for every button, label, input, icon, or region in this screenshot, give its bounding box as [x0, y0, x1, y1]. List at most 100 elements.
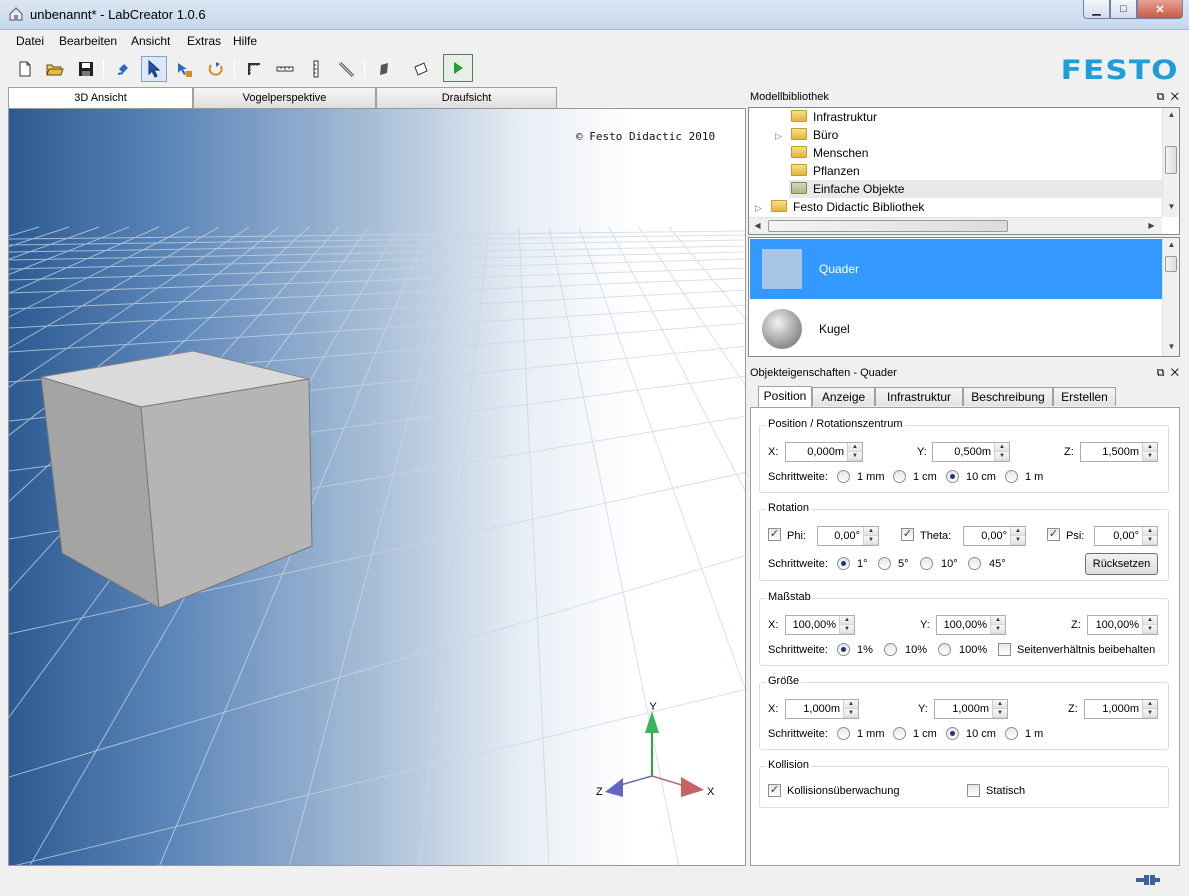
position-x-input[interactable]: 0,000m ▲ ▼: [785, 442, 863, 462]
size-step-1cm-radio[interactable]: [893, 727, 906, 740]
rotation-step-1deg-radio[interactable]: [837, 557, 850, 570]
position-z-input[interactable]: 1,500m ▲ ▼: [1080, 442, 1158, 462]
open-folder-icon[interactable]: [42, 56, 68, 82]
scale-step-100pct-radio[interactable]: [938, 643, 951, 656]
scroll-left-icon[interactable]: ◀: [749, 221, 766, 230]
rotate-tool-icon[interactable]: [203, 56, 229, 82]
floor-tool-icon[interactable]: [408, 56, 434, 82]
tree-horizontal-scrollbar[interactable]: ◀ ▶: [749, 217, 1162, 234]
list-item-kugel[interactable]: Kugel: [750, 299, 1162, 356]
tree-item-infrastruktur[interactable]: Infrastruktur: [791, 108, 877, 126]
scroll-thumb[interactable]: [768, 220, 1008, 232]
tab-infrastruktur[interactable]: Infrastruktur: [875, 387, 963, 406]
tab-vogelperspektive[interactable]: Vogelperspektive: [193, 87, 376, 108]
object-list[interactable]: Quader Kugel ▲ ▼: [748, 237, 1180, 357]
size-step-1m-radio[interactable]: [1005, 727, 1018, 740]
scale-step-10pct-radio[interactable]: [884, 643, 897, 656]
new-file-icon[interactable]: [12, 56, 38, 82]
scale-y-input[interactable]: 100,00% ▲ ▼: [936, 615, 1006, 635]
rotation-step-10deg-radio[interactable]: [920, 557, 933, 570]
save-icon[interactable]: [73, 56, 99, 82]
objlist-scrollbar[interactable]: ▲ ▼: [1162, 238, 1179, 356]
theta-input[interactable]: 0,00° ▲ ▼: [963, 526, 1026, 546]
theta-checkbox[interactable]: ✓: [901, 528, 914, 541]
menu-extras[interactable]: Extras: [187, 34, 221, 48]
tree-item-menschen[interactable]: Menschen: [791, 144, 868, 162]
scale-step-label: Schrittweite:: [768, 644, 828, 656]
tab-position[interactable]: Position: [758, 386, 812, 407]
position-y-input[interactable]: 0,500m ▲ ▼: [932, 442, 1010, 462]
scroll-up-icon[interactable]: ▲: [1163, 240, 1179, 249]
tab-3d-ansicht[interactable]: 3D Ansicht: [8, 87, 193, 109]
static-checkbox[interactable]: [967, 784, 980, 797]
tab-erstellen[interactable]: Erstellen: [1053, 387, 1116, 406]
float-icon[interactable]: ⧉: [1157, 91, 1165, 103]
close-icon[interactable]: ✕: [1171, 91, 1179, 103]
3d-viewport[interactable]: © Festo Didactic 2010 Y X Z: [8, 108, 746, 866]
scale-x-input[interactable]: 100,00% ▲ ▼: [785, 615, 855, 635]
radio-label: 1 cm: [913, 728, 937, 740]
reset-rotation-button[interactable]: Rücksetzen: [1085, 553, 1158, 575]
tree-item-pflanzen[interactable]: Pflanzen: [791, 162, 860, 180]
diamond-tool-icon[interactable]: [110, 56, 136, 82]
library-tree[interactable]: Infrastruktur ▷ Büro Menschen Pflanzen Ei…: [748, 107, 1180, 235]
move-tool-icon[interactable]: [172, 56, 198, 82]
phi-input[interactable]: 0,00° ▲ ▼: [817, 526, 879, 546]
tree-item-buero[interactable]: ▷ Büro: [775, 126, 838, 144]
rotation-step-5deg-radio[interactable]: [878, 557, 891, 570]
measure-corner-icon[interactable]: [241, 56, 267, 82]
size-z-input[interactable]: 1,000m ▲ ▼: [1084, 699, 1158, 719]
select-pointer-icon[interactable]: [141, 56, 167, 82]
scroll-up-icon[interactable]: ▲: [1163, 110, 1179, 119]
expand-arrow-icon[interactable]: ▷: [755, 199, 771, 217]
measure-vertical-icon[interactable]: [303, 56, 329, 82]
rotation-step-45deg-radio[interactable]: [968, 557, 981, 570]
rotation-group: Rotation ✓ Phi: 0,00° ▲ ▼ ✓ Theta: 0,00° ▲ ▼…: [759, 502, 1169, 581]
wall-tool-icon[interactable]: [371, 56, 397, 82]
phi-checkbox[interactable]: ✓: [768, 528, 781, 541]
size-step-1mm-radio[interactable]: [837, 727, 850, 740]
position-step-1cm-radio[interactable]: [893, 470, 906, 483]
float-icon[interactable]: ⧉: [1157, 367, 1165, 379]
list-item-quader[interactable]: Quader: [750, 239, 1162, 299]
scroll-thumb[interactable]: [1165, 146, 1177, 174]
menu-bar: Datei Bearbeiten Ansicht Extras Hilfe: [0, 30, 1189, 52]
scale-x-label: X:: [768, 619, 779, 631]
radio-label: 1 m: [1025, 471, 1044, 483]
tab-anzeige[interactable]: Anzeige: [812, 387, 875, 406]
tab-beschreibung[interactable]: Beschreibung: [963, 387, 1053, 406]
scroll-thumb[interactable]: [1165, 256, 1177, 272]
minimize-button[interactable]: ▁: [1083, 0, 1110, 19]
tree-vertical-scrollbar[interactable]: ▲ ▼: [1162, 108, 1179, 217]
menu-ansicht[interactable]: Ansicht: [131, 34, 170, 48]
position-step-1m-radio[interactable]: [1005, 470, 1018, 483]
collision-monitoring-checkbox[interactable]: ✓: [768, 784, 781, 797]
measure-horizontal-icon[interactable]: [272, 56, 298, 82]
psi-input[interactable]: 0,00° ▲ ▼: [1094, 526, 1158, 546]
maximize-button[interactable]: □: [1110, 0, 1137, 19]
size-step-10cm-radio[interactable]: [946, 727, 959, 740]
size-x-input[interactable]: 1,000m ▲ ▼: [785, 699, 859, 719]
scale-z-input[interactable]: 100,00% ▲ ▼: [1087, 615, 1158, 635]
play-simulation-button[interactable]: [443, 54, 473, 82]
radio-label: 10°: [941, 558, 958, 570]
psi-checkbox[interactable]: ✓: [1047, 528, 1060, 541]
scroll-down-icon[interactable]: ▼: [1163, 202, 1179, 211]
expand-arrow-icon[interactable]: ▷: [775, 127, 791, 145]
position-step-1mm-radio[interactable]: [837, 470, 850, 483]
menu-hilfe[interactable]: Hilfe: [233, 34, 257, 48]
menu-bearbeiten[interactable]: Bearbeiten: [59, 34, 117, 48]
scale-step-1pct-radio[interactable]: [837, 643, 850, 656]
keep-ratio-checkbox[interactable]: [998, 643, 1011, 656]
measure-diagonal-icon[interactable]: [334, 56, 360, 82]
tree-item-einfache-objekte[interactable]: Einfache Objekte: [789, 180, 1164, 198]
menu-datei[interactable]: Datei: [16, 34, 44, 48]
tab-draufsicht[interactable]: Draufsicht: [376, 87, 557, 108]
close-button[interactable]: ✕: [1137, 0, 1183, 19]
close-icon[interactable]: ✕: [1171, 367, 1179, 379]
size-y-input[interactable]: 1,000m ▲ ▼: [934, 699, 1008, 719]
scroll-right-icon[interactable]: ▶: [1143, 221, 1160, 230]
tree-item-festo-didactic[interactable]: ▷ Festo Didactic Bibliothek: [755, 198, 924, 216]
position-step-10cm-radio[interactable]: [946, 470, 959, 483]
scroll-down-icon[interactable]: ▼: [1163, 342, 1179, 351]
